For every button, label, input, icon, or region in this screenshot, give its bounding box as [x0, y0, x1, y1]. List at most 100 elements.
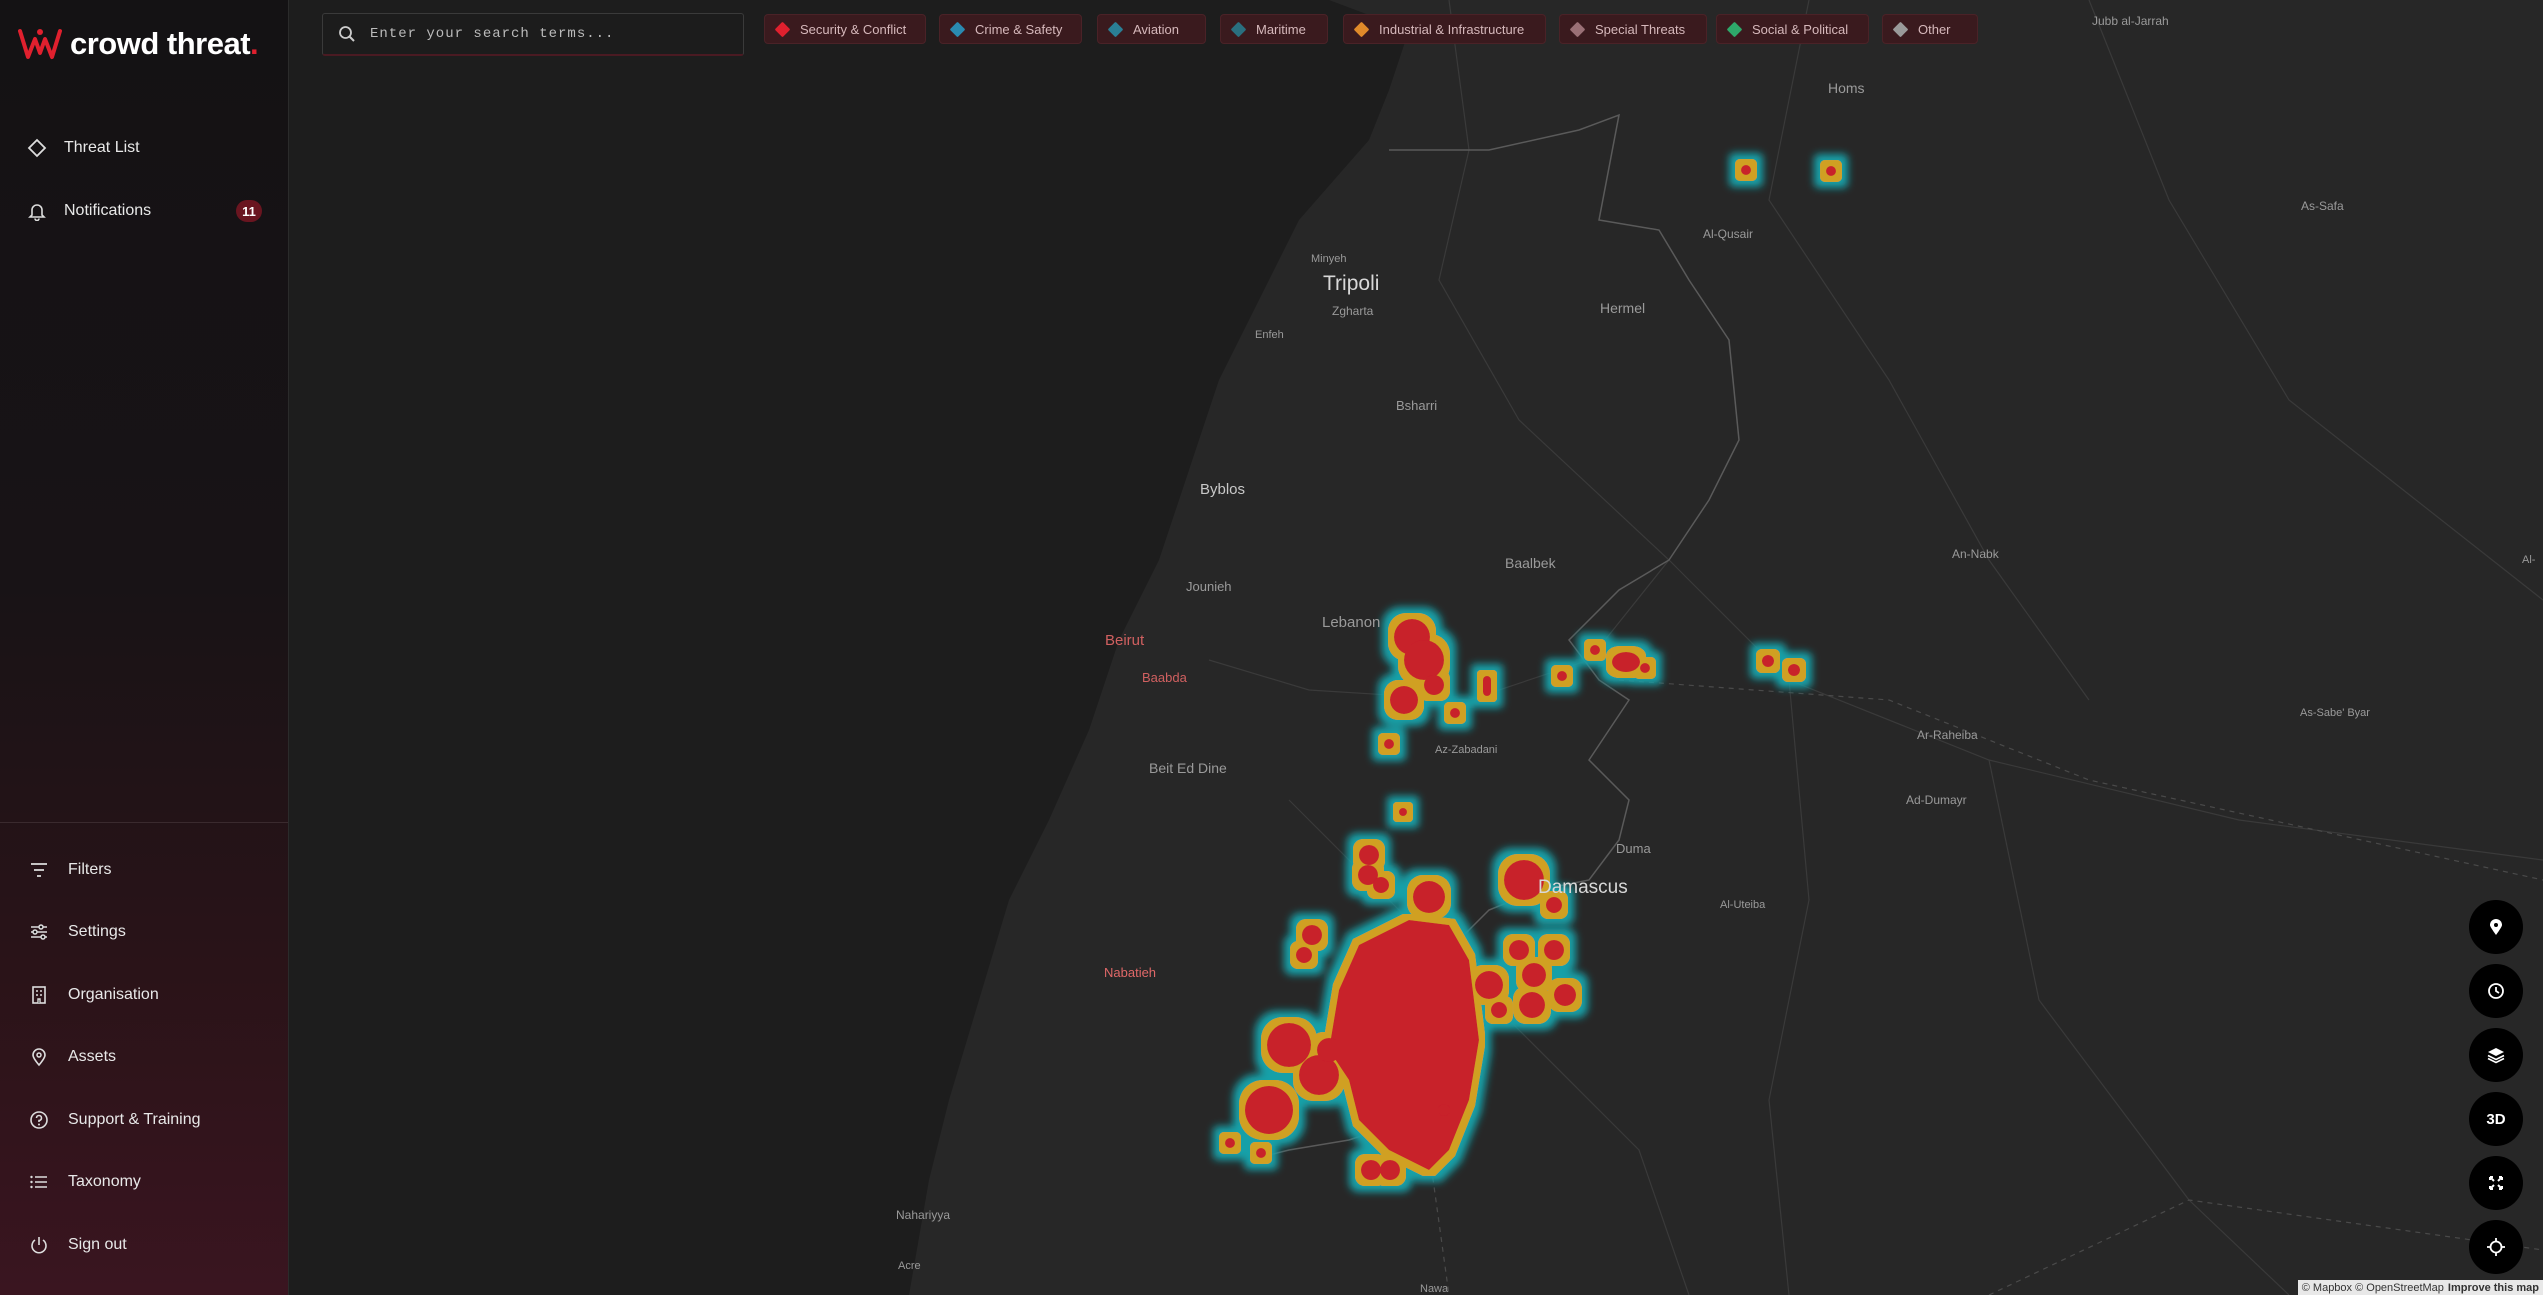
label-an-nabk: An-Nabk [1952, 547, 2000, 561]
nav-sign-out[interactable]: Sign out [28, 1225, 268, 1265]
map-time-button[interactable] [2469, 964, 2523, 1018]
crosshair-icon [2487, 1238, 2505, 1256]
label-az-zabadani: Az-Zabadani [1435, 744, 1497, 756]
label-nahariyya: Nahariyya [896, 1208, 950, 1222]
nav-notifications-label: Notifications [64, 202, 152, 219]
chip-label: Aviation [1133, 21, 1180, 37]
building-icon [28, 984, 50, 1006]
chip-label: Crime & Safety [975, 21, 1063, 37]
chip-maritime[interactable]: Maritime [1220, 14, 1328, 44]
label-jounieh: Jounieh [1186, 579, 1232, 594]
label-minyeh: Minyeh [1311, 253, 1346, 265]
label-lebanon: Lebanon [1322, 614, 1380, 631]
label-jubb-al-jarrah: Jubb al-Jarrah [2092, 14, 2169, 28]
nav-assets[interactable]: Assets [28, 1037, 268, 1077]
search-bar[interactable] [322, 13, 744, 56]
expand-icon [2489, 1176, 2503, 1190]
list-icon [28, 1171, 50, 1193]
chip-aviation[interactable]: Aviation [1097, 14, 1206, 44]
notifications-count-badge: 11 [236, 200, 262, 222]
nav-support-training[interactable]: Support & Training [28, 1100, 268, 1140]
map-3d-button[interactable]: 3D [2469, 1092, 2523, 1146]
label-hermel: Hermel [1600, 300, 1645, 316]
diamond-icon [26, 137, 48, 159]
map-attribution: © Mapbox © OpenStreetMap Improve this ma… [2297, 1280, 2543, 1295]
nav-settings-label: Settings [68, 923, 126, 940]
map-pin-icon [28, 1046, 50, 1068]
label-ar-raheiba: Ar-Raheiba [1917, 728, 1978, 742]
sidebar-divider [0, 822, 288, 823]
nav-filters-label: Filters [68, 861, 112, 878]
map-pin-button[interactable] [2469, 900, 2523, 954]
brand-name: crowd threat [70, 26, 251, 61]
chip-diamond-icon [1107, 21, 1124, 37]
layers-icon [2487, 1048, 2505, 1064]
nav-notifications[interactable]: Notifications 11 [26, 191, 262, 231]
chip-diamond-icon [774, 21, 791, 37]
label-tripoli: Tripoli [1323, 272, 1379, 295]
chip-crime-safety[interactable]: Crime & Safety [939, 14, 1082, 44]
label-as-safa: As-Safa [2301, 199, 2344, 213]
attribution-text: © Mapbox © OpenStreetMap [2301, 1281, 2444, 1294]
chip-diamond-icon [1726, 21, 1743, 37]
nav-organisation-label: Organisation [68, 986, 159, 1003]
label-baalbek: Baalbek [1505, 555, 1557, 571]
nav-organisation[interactable]: Organisation [28, 975, 268, 1015]
chip-industrial-infrastructure[interactable]: Industrial & Infrastructure [1343, 14, 1546, 44]
chip-label: Security & Conflict [800, 21, 907, 37]
nav-sign-out-label: Sign out [68, 1236, 127, 1253]
label-nabatieh: Nabatieh [1104, 965, 1156, 980]
label-enfeh: Enfeh [1255, 329, 1284, 341]
clock-icon [2488, 983, 2504, 999]
chip-social-political[interactable]: Social & Political [1716, 14, 1869, 44]
nav-threat-list[interactable]: Threat List [26, 128, 262, 168]
chip-label: Social & Political [1752, 21, 1849, 37]
chip-label: Industrial & Infrastructure [1379, 21, 1525, 37]
chip-diamond-icon [1569, 21, 1586, 37]
power-icon [28, 1234, 50, 1256]
map-fullscreen-button[interactable] [2469, 1156, 2523, 1210]
label-damascus: Damascus [1538, 877, 1628, 898]
bell-icon [26, 200, 48, 222]
map-locate-button[interactable] [2469, 1220, 2523, 1274]
label-nawa: Nawa [1420, 1283, 1449, 1295]
label-baabda: Baabda [1142, 670, 1188, 685]
label-ad-dumayr: Ad-Dumayr [1906, 793, 1967, 807]
chip-label: Other [1918, 21, 1951, 37]
search-input[interactable] [368, 25, 732, 43]
filter-icon [28, 859, 50, 881]
nav-taxonomy[interactable]: Taxonomy [28, 1162, 268, 1202]
label-beit-ed-dine: Beit Ed Dine [1149, 760, 1227, 776]
label-homs: Homs [1828, 80, 1865, 96]
help-circle-icon [28, 1109, 50, 1131]
brand-logo[interactable]: crowd threat. [18, 26, 259, 62]
improve-map-link[interactable]: Improve this map [2448, 1282, 2539, 1294]
brand-dot: . [250, 26, 259, 61]
label-al-edge: Al- [2522, 554, 2536, 566]
label-bsharri: Bsharri [1396, 398, 1437, 413]
map-svg: Tripoli Byblos Jounieh Lebanon Beirut Ba… [289, 0, 2543, 1295]
crowd-threat-logo-icon [18, 29, 62, 59]
label-al-qusair: Al-Qusair [1703, 227, 1753, 241]
label-beirut: Beirut [1105, 632, 1145, 649]
chip-other[interactable]: Other [1882, 14, 1978, 44]
chip-label: Maritime [1256, 21, 1306, 37]
nav-taxonomy-label: Taxonomy [68, 1173, 141, 1190]
map-canvas[interactable]: Tripoli Byblos Jounieh Lebanon Beirut Ba… [289, 0, 2543, 1295]
search-icon [338, 25, 356, 43]
chip-diamond-icon [1892, 21, 1909, 37]
chip-security-conflict[interactable]: Security & Conflict [764, 14, 926, 44]
chip-diamond-icon [1230, 21, 1247, 37]
chip-label: Special Threats [1595, 21, 1686, 37]
nav-settings[interactable]: Settings [28, 912, 268, 952]
sliders-icon [28, 921, 50, 943]
nav-filters[interactable]: Filters [28, 850, 268, 890]
label-duma: Duma [1616, 841, 1651, 856]
label-as-sabe-byar: As-Sabe' Byar [2300, 707, 2370, 719]
label-zgharta: Zgharta [1332, 304, 1374, 318]
map-layers-button[interactable] [2469, 1028, 2523, 1082]
label-al-uteiba: Al-Uteiba [1720, 899, 1766, 911]
label-acre: Acre [898, 1260, 921, 1272]
nav-assets-label: Assets [68, 1048, 117, 1065]
chip-special-threats[interactable]: Special Threats [1559, 14, 1707, 44]
